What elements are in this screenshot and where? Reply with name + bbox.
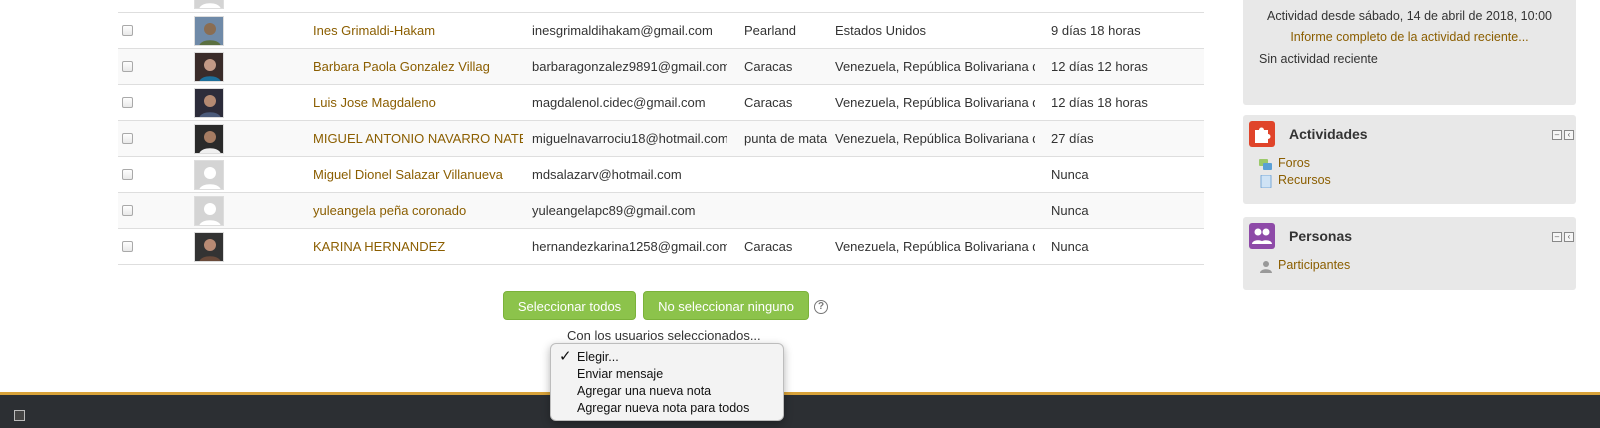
footer-icon[interactable] [14,410,25,421]
participant-last-access: 9 días 18 horas [1051,23,1141,38]
select-none-button[interactable]: No seleccionar ninguno [643,291,809,320]
page-footer [0,392,1600,428]
avatar[interactable] [194,16,224,46]
collapse-icon[interactable]: – [1552,130,1562,140]
select-all-button[interactable]: Seleccionar todos [503,291,636,320]
participant-last-access: Nunca [1051,239,1089,254]
participant-city: Pearland [744,23,797,38]
table-row: yuleangela peña coronado yuleangelapc89@g… [118,193,1204,229]
participant-name-link[interactable]: Ines Grimaldi-Hakam [313,13,523,49]
row-select-checkbox[interactable] [122,241,133,252]
table-row: MIGUEL ANTONIO NAVARRO NATERA miguelnavar… [118,121,1204,157]
participant-email: yuleangelapc89@gmail.com [532,203,696,218]
dropdown-option-add-note[interactable]: Agregar una nueva nota [577,383,711,400]
row-select-checkbox[interactable] [122,25,133,36]
activities-block: Actividades – ‹ Foros Recursos [1243,115,1576,204]
dropdown-option-send-message[interactable]: Enviar mensaje [577,366,663,383]
row-select-checkbox[interactable] [122,169,133,180]
avatar[interactable] [194,124,224,154]
recent-activity-block: Actividad desde sábado, 14 de abril de 2… [1243,0,1576,105]
participants-page: Ines Grimaldi-Hakam inesgrimaldihakam@gma… [0,0,1600,428]
recent-activity-none: Sin actividad reciente [1259,52,1378,66]
people-icon [1249,223,1275,249]
puzzle-icon [1249,121,1275,147]
participant-last-access: Nunca [1051,203,1089,218]
with-selected-dropdown[interactable]: ✓ Elegir... Enviar mensaje Agregar una n… [550,343,784,421]
avatar[interactable] [194,196,224,226]
forum-icon [1259,159,1272,170]
participant-country [835,193,1035,229]
with-selected-label: Con los usuarios seleccionados... [567,328,761,343]
participant-city: Caracas [744,95,793,110]
table-row [118,0,1204,13]
help-icon[interactable]: ? [814,300,828,314]
participant-email: hernandezkarina1258@gmail.com [532,239,727,254]
activities-link-forums[interactable]: Foros [1278,156,1310,170]
collapse-icon[interactable]: – [1552,232,1562,242]
avatar[interactable] [194,232,224,262]
participant-last-access: 12 días 12 horas [1051,59,1148,74]
participant-name-link[interactable]: Barbara Paola Gonzalez Villag [313,49,523,85]
participant-country [835,157,1035,193]
participant-city: Caracas [744,239,793,254]
resource-icon [1260,175,1272,188]
people-block-title: Personas [1289,228,1353,244]
checkmark-icon: ✓ [559,348,572,365]
table-row: KARINA HERNANDEZ hernandezkarina1258@gmai… [118,229,1204,265]
table-row: Miguel Dionel Salazar Villanueva mdsalaza… [118,157,1204,193]
participant-country: Venezuela, República Bolivariana de [835,239,1035,254]
recent-activity-since: Actividad desde sábado, 14 de abril de 2… [1267,9,1552,23]
participant-email: inesgrimaldihakam@gmail.com [532,23,713,38]
participant-last-access: Nunca [1051,167,1089,182]
recent-activity-report-link[interactable]: Informe completo de la actividad recient… [1243,30,1576,44]
dock-icon[interactable]: ‹ [1564,232,1574,242]
participant-name-link[interactable]: Miguel Dionel Salazar Villanueva [313,157,523,193]
participant-last-access: 12 días 18 horas [1051,95,1148,110]
participant-country: Estados Unidos [835,23,927,38]
participant-email: barbaragonzalez9891@gmail.com [532,59,727,74]
table-row: Luis Jose Magdaleno magdalenol.cidec@gmai… [118,85,1204,121]
participant-name-link[interactable]: yuleangela peña coronado [313,193,523,229]
row-select-checkbox[interactable] [122,205,133,216]
participant-city [744,157,832,193]
row-select-checkbox[interactable] [122,61,133,72]
people-block: Personas – ‹ Participantes [1243,217,1576,290]
participant-city: punta de mata [744,131,828,146]
participant-country: Venezuela, República Bolivariana de [835,131,1035,146]
avatar[interactable] [194,88,224,118]
avatar[interactable] [194,0,224,9]
participant-city: Caracas [744,59,793,74]
participant-country: Venezuela, República Bolivariana de [835,59,1035,74]
table-row: Barbara Paola Gonzalez Villag barbaragonz… [118,49,1204,85]
activities-block-header: Actividades – ‹ [1249,121,1574,149]
row-select-checkbox[interactable] [122,97,133,108]
participant-email: miguelnavarrociu18@hotmail.com [532,131,727,146]
table-row: Ines Grimaldi-Hakam inesgrimaldihakam@gma… [118,13,1204,49]
participant-email: magdalenol.cidec@gmail.com [532,95,706,110]
participant-email: mdsalazarv@hotmail.com [532,167,682,182]
participant-city [744,193,832,229]
activities-link-resources[interactable]: Recursos [1278,173,1331,187]
row-select-checkbox[interactable] [122,133,133,144]
avatar[interactable] [194,52,224,82]
participant-last-access: 27 días [1051,131,1094,146]
participant-name-link[interactable]: KARINA HERNANDEZ [313,229,523,265]
participant-name-link[interactable]: Luis Jose Magdaleno [313,85,523,121]
participants-icon [1260,261,1272,273]
avatar[interactable] [194,160,224,190]
activities-block-title: Actividades [1289,126,1368,142]
people-link-participants[interactable]: Participantes [1278,258,1350,272]
participant-name-link[interactable]: MIGUEL ANTONIO NAVARRO NATERA [313,121,523,157]
people-block-header: Personas – ‹ [1249,223,1574,251]
participant-country: Venezuela, República Bolivariana de [835,95,1035,110]
dock-icon[interactable]: ‹ [1564,130,1574,140]
participants-table: Ines Grimaldi-Hakam inesgrimaldihakam@gma… [118,0,1204,265]
dropdown-option-add-note-all[interactable]: Agregar nueva nota para todos [577,400,749,417]
dropdown-option-choose[interactable]: Elegir... [577,349,619,366]
